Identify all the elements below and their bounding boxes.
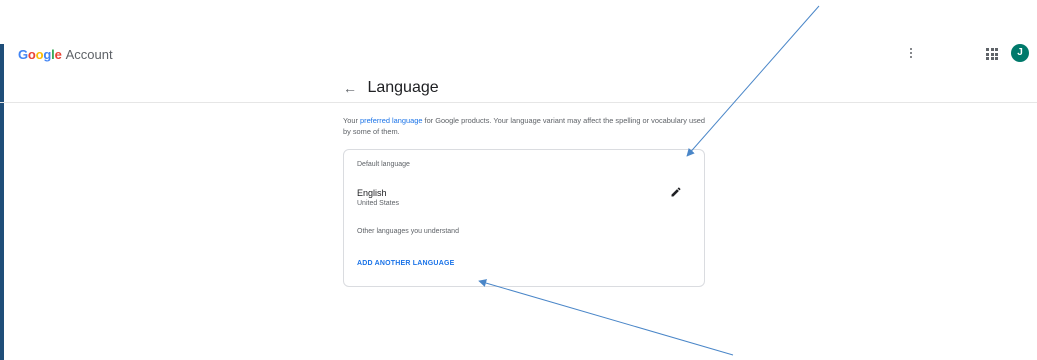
google-account-logo[interactable]: Google Account [18, 47, 113, 62]
language-name: English [357, 188, 387, 198]
page-title: Language [367, 79, 439, 96]
annotation-arrow-to-add-language [478, 279, 734, 356]
more-vert-icon[interactable] [906, 47, 916, 61]
preferred-language-link[interactable]: preferred language [360, 116, 422, 125]
avatar[interactable]: J [1011, 44, 1029, 62]
language-card: Default language English United States O… [343, 149, 705, 287]
default-language-label: Default language [357, 161, 410, 168]
apps-grid-icon[interactable] [986, 48, 998, 60]
account-wordmark: Account [65, 47, 113, 62]
google-wordmark: Google [18, 47, 62, 62]
edit-pencil-icon[interactable] [670, 186, 682, 198]
top-bar: Google Account J [0, 38, 1037, 103]
page-header: ← Language [343, 79, 439, 99]
other-languages-label: Other languages you understand [357, 228, 459, 235]
add-another-language-button[interactable]: ADD ANOTHER LANGUAGE [357, 260, 454, 267]
back-arrow-icon[interactable]: ← [343, 80, 359, 96]
intro-text-before: Your [343, 116, 360, 125]
intro-text: Your preferred language for Google produ… [343, 116, 708, 137]
language-region: United States [357, 200, 400, 207]
